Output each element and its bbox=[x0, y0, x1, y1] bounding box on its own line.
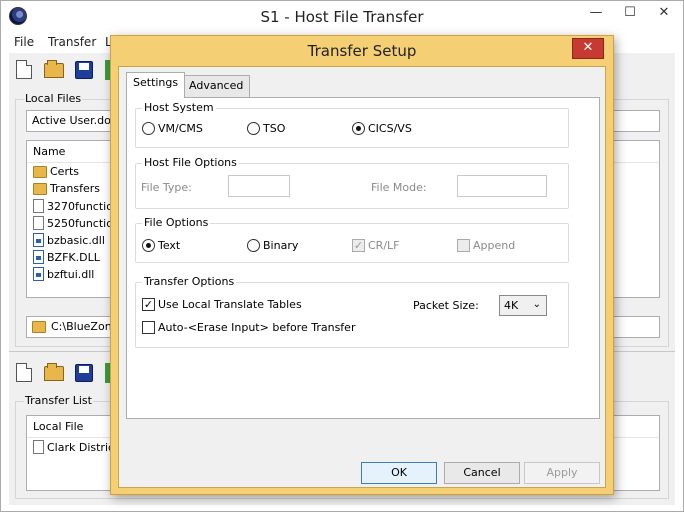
file-name: BZFK.DLL bbox=[47, 251, 100, 264]
chevron-down-icon: ⌄ bbox=[532, 299, 541, 310]
transfer-list-label: Transfer List bbox=[24, 394, 93, 407]
file-options-legend: File Options bbox=[142, 216, 211, 229]
document-icon bbox=[33, 440, 44, 454]
open-folder-icon bbox=[44, 60, 64, 78]
checkbox-icon bbox=[457, 239, 470, 252]
checkbox-icon bbox=[142, 321, 155, 334]
dll-file-icon bbox=[33, 250, 44, 264]
file-mode-label: File Mode: bbox=[371, 181, 427, 194]
checkbox-erase-label: Auto-<Erase Input> before Transfer bbox=[158, 321, 356, 334]
radio-icon bbox=[142, 122, 155, 135]
file-name: bzbasic.dll bbox=[47, 234, 105, 247]
folder-icon bbox=[32, 321, 46, 333]
checkbox-translate-label: Use Local Translate Tables bbox=[158, 298, 302, 311]
checkbox-append[interactable]: Append bbox=[457, 239, 515, 252]
transfer-item-label: Clark District bbox=[47, 441, 119, 454]
open-folder-button[interactable] bbox=[43, 59, 65, 81]
packet-size-label: Packet Size: bbox=[413, 299, 479, 312]
new-list-button[interactable] bbox=[13, 362, 35, 384]
settings-panel: Host System VM/CMS TSO CICS/VS Host File… bbox=[126, 97, 600, 419]
host-system-group: Host System VM/CMS TSO CICS/VS bbox=[135, 101, 569, 148]
cancel-button[interactable]: Cancel bbox=[444, 462, 520, 484]
apply-button[interactable]: Apply bbox=[524, 462, 600, 484]
checkbox-crlf[interactable]: ✓ CR/LF bbox=[352, 239, 400, 252]
radio-icon bbox=[247, 122, 260, 135]
new-file-button[interactable] bbox=[13, 59, 35, 81]
radio-tso-label: TSO bbox=[263, 122, 286, 135]
transfer-setup-dialog: Transfer Setup ✕ Settings Advanced Host … bbox=[110, 35, 614, 495]
checkbox-append-label: Append bbox=[473, 239, 516, 252]
file-name: bzftui.dll bbox=[47, 268, 95, 281]
packet-size-value: 4K bbox=[504, 299, 519, 312]
open-folder-icon bbox=[44, 363, 64, 381]
radio-text[interactable]: Text bbox=[142, 239, 180, 252]
radio-vm-cms[interactable]: VM/CMS bbox=[142, 122, 203, 135]
dialog-body: Settings Advanced Host System VM/CMS TSO… bbox=[118, 66, 606, 488]
radio-binary-label: Binary bbox=[263, 239, 299, 252]
dialog-title: Transfer Setup bbox=[307, 42, 417, 60]
new-file-icon bbox=[16, 363, 32, 382]
tab-advanced[interactable]: Advanced bbox=[182, 75, 251, 97]
maximize-icon[interactable]: ☐ bbox=[615, 3, 645, 25]
tab-settings[interactable]: Settings bbox=[126, 72, 186, 98]
radio-binary[interactable]: Binary bbox=[247, 239, 298, 252]
radio-cics-vs-label: CICS/VS bbox=[368, 122, 412, 135]
transfer-options-group: Transfer Options ✓ Use Local Translate Ta… bbox=[135, 275, 569, 348]
radio-vm-cms-label: VM/CMS bbox=[158, 122, 203, 135]
document-icon bbox=[33, 199, 44, 213]
file-name: 3270function bbox=[47, 200, 120, 213]
file-name: 5250function bbox=[47, 217, 120, 230]
document-icon bbox=[33, 216, 44, 230]
checkbox-auto-erase[interactable]: Auto-<Erase Input> before Transfer bbox=[142, 321, 355, 334]
checkmark-icon: ✓ bbox=[352, 239, 365, 252]
file-type-label: File Type: bbox=[141, 181, 192, 194]
host-file-options-group: Host File Options File Type: File Mode: bbox=[135, 156, 569, 209]
file-name: Transfers bbox=[50, 182, 100, 195]
packet-size-select[interactable]: 4K ⌄ bbox=[499, 295, 547, 316]
open-list-button[interactable] bbox=[43, 362, 65, 384]
ok-button[interactable]: OK bbox=[361, 462, 437, 484]
menu-transfer[interactable]: Transfer bbox=[48, 35, 96, 49]
save-icon bbox=[75, 61, 93, 79]
new-file-icon bbox=[16, 60, 32, 79]
dll-file-icon bbox=[33, 267, 44, 281]
radio-selected-icon bbox=[142, 239, 155, 252]
host-file-options-legend: Host File Options bbox=[142, 156, 239, 169]
radio-icon bbox=[247, 239, 260, 252]
checkbox-crlf-label: CR/LF bbox=[368, 239, 400, 252]
file-type-input[interactable] bbox=[228, 175, 290, 197]
checkbox-translate-tables[interactable]: ✓ Use Local Translate Tables bbox=[142, 298, 302, 311]
save-button[interactable] bbox=[73, 59, 95, 81]
folder-icon bbox=[33, 183, 47, 195]
menu-file[interactable]: File bbox=[14, 35, 34, 49]
local-files-label: Local Files bbox=[24, 92, 83, 105]
transfer-options-legend: Transfer Options bbox=[142, 275, 237, 288]
file-mode-input[interactable] bbox=[457, 175, 547, 197]
radio-selected-icon bbox=[352, 122, 365, 135]
main-titlebar: S1 - Host File Transfer — ☐ ✕ bbox=[1, 1, 683, 32]
checkmark-icon: ✓ bbox=[142, 298, 155, 311]
radio-cics-vs[interactable]: CICS/VS bbox=[352, 122, 412, 135]
radio-tso[interactable]: TSO bbox=[247, 122, 285, 135]
host-system-legend: Host System bbox=[142, 101, 216, 114]
minimize-icon[interactable]: — bbox=[581, 3, 611, 25]
save-icon bbox=[75, 364, 93, 382]
dialog-close-icon[interactable]: ✕ bbox=[572, 38, 604, 59]
dll-file-icon bbox=[33, 233, 44, 247]
file-name: Certs bbox=[50, 165, 80, 178]
close-icon[interactable]: ✕ bbox=[649, 3, 679, 25]
radio-text-label: Text bbox=[158, 239, 181, 252]
folder-icon bbox=[33, 166, 47, 178]
save-list-button[interactable] bbox=[73, 362, 95, 384]
file-options-group: File Options Text Binary ✓ CR/LF Append bbox=[135, 216, 569, 263]
